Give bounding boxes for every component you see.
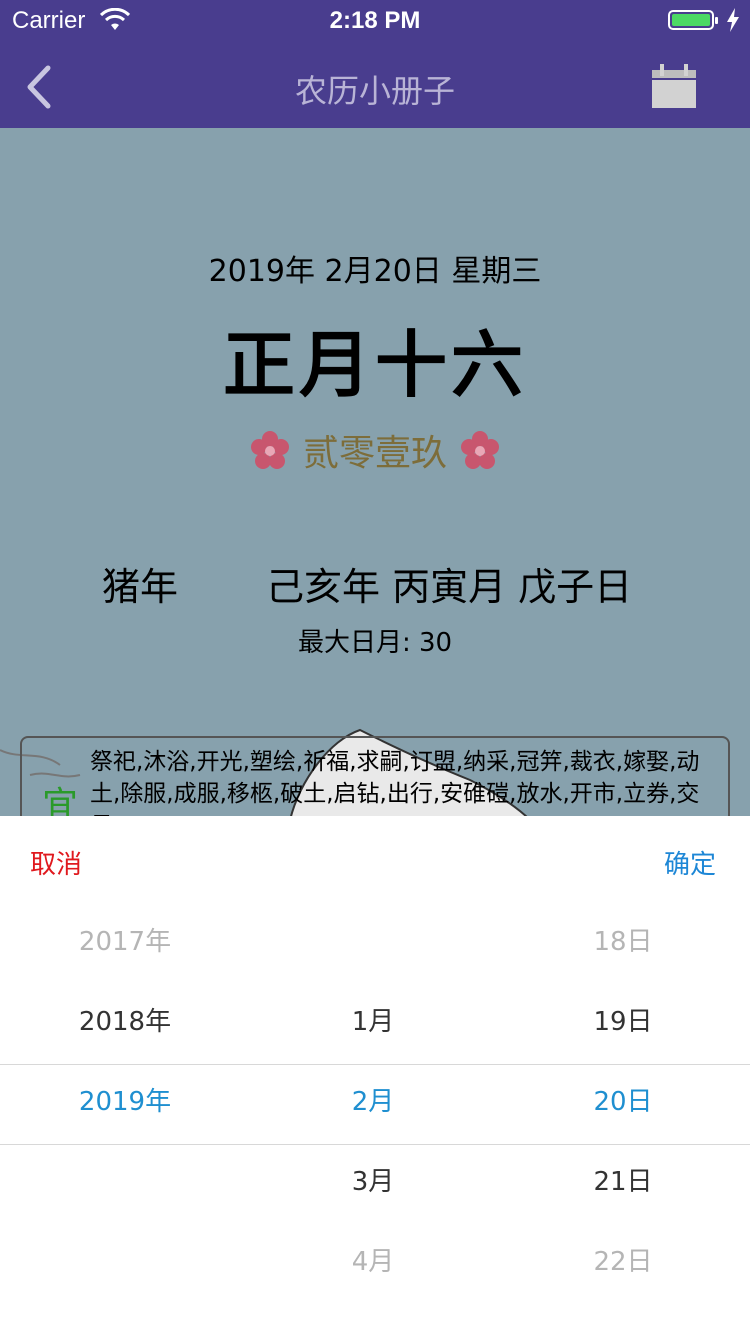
flower-icon: [250, 430, 290, 470]
day-option[interactable]: 22日: [498, 1222, 748, 1302]
day-option[interactable]: 18日: [498, 902, 748, 982]
clock: 2:18 PM: [329, 7, 421, 34]
date-picker-sheet: 取消 确定 2017年 2018年 2019年 1月 2月 3月 4月 18日 …: [0, 816, 750, 1334]
month-option[interactable]: 3月: [248, 1142, 498, 1222]
day-option[interactable]: 21日: [498, 1142, 748, 1222]
battery-icon: [668, 10, 718, 30]
year-in-words-row: 贰零壹玖: [0, 424, 750, 476]
max-day: 最大日月: 30: [297, 628, 453, 658]
month-option[interactable]: [248, 902, 498, 982]
day-wheel[interactable]: 18日 19日 20日 21日 22日: [498, 902, 748, 1302]
month-wheel[interactable]: 1月 2月 3月 4月: [248, 902, 498, 1302]
year-option[interactable]: 2018年: [0, 982, 250, 1062]
year-option[interactable]: 2017年: [0, 902, 250, 982]
lunar-date: 正月十六: [222, 323, 527, 407]
year-option[interactable]: [0, 1142, 250, 1222]
nav-bar: 农历小册子: [0, 40, 750, 128]
calendar-button[interactable]: [650, 64, 698, 110]
cancel-button[interactable]: 取消: [30, 844, 82, 881]
status-bar: Carrier 2:18 PM: [0, 0, 750, 40]
month-option[interactable]: 4月: [248, 1222, 498, 1302]
ganzhi-date: 己亥年 丙寅月 戊子日: [266, 565, 633, 609]
year-in-words: 贰零壹玖: [302, 433, 447, 474]
charging-icon: [726, 8, 740, 37]
year-wheel[interactable]: 2017年 2018年 2019年: [0, 902, 250, 1302]
solar-date: 2019年 2月20日 星期三: [208, 254, 542, 289]
confirm-button[interactable]: 确定: [664, 844, 716, 881]
month-option[interactable]: 1月: [248, 982, 498, 1062]
day-option-selected[interactable]: 20日: [498, 1062, 748, 1142]
year-option[interactable]: [0, 1222, 250, 1302]
flower-icon: [460, 430, 500, 470]
zodiac-year: 猪年: [102, 565, 179, 609]
page-title: 农历小册子: [294, 72, 455, 110]
month-option-selected[interactable]: 2月: [248, 1062, 498, 1142]
year-option-selected[interactable]: 2019年: [0, 1062, 250, 1142]
day-option[interactable]: 19日: [498, 982, 748, 1062]
calendar-icon: [652, 64, 696, 108]
